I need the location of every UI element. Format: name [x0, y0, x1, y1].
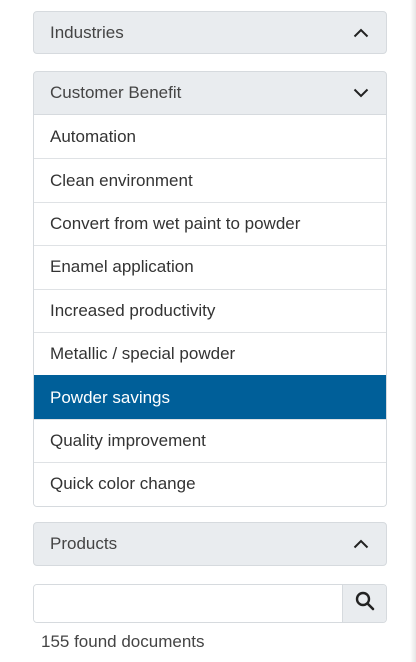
search-input[interactable] [34, 585, 342, 622]
list-item-quality-improvement[interactable]: Quality improvement [34, 418, 386, 463]
list-item-label: Metallic / special powder [50, 344, 236, 364]
list-item-label: Quick color change [50, 474, 196, 494]
customer-benefit-filter-header[interactable]: Customer Benefit [33, 71, 387, 115]
list-item-label: Enamel application [50, 257, 194, 277]
filter-sidebar: Industries Customer Benefit Automation C… [0, 0, 416, 662]
panel-edge-shadow [410, 0, 416, 662]
results-count: 155 found documents [41, 632, 205, 651]
list-item-enamel-application[interactable]: Enamel application [34, 245, 386, 289]
products-filter-label: Products [50, 534, 118, 553]
customer-benefit-list: Automation Clean environment Convert fro… [33, 115, 387, 507]
chevron-down-icon [352, 84, 370, 102]
list-item-label: Quality improvement [50, 430, 206, 450]
list-item-label: Powder savings [50, 387, 171, 407]
document-search [33, 584, 387, 623]
list-item-metallic-special-powder[interactable]: Metallic / special powder [34, 331, 386, 376]
list-item-convert-wet-paint[interactable]: Convert from wet paint to powder [34, 201, 386, 246]
list-item-label: Clean environment [50, 170, 193, 190]
list-item-powder-savings[interactable]: Powder savings [34, 375, 386, 419]
industries-filter-label: Industries [50, 22, 124, 42]
list-item-clean-environment[interactable]: Clean environment [34, 158, 386, 202]
list-item-automation[interactable]: Automation [34, 115, 386, 159]
customer-benefit-filter-label: Customer Benefit [50, 83, 182, 102]
search-icon [355, 591, 375, 616]
list-item-label: Automation [50, 126, 136, 146]
products-filter-header[interactable]: Products [33, 522, 387, 566]
list-item-quick-color-change[interactable]: Quick color change [34, 462, 386, 506]
search-button[interactable] [342, 585, 386, 622]
list-item-increased-productivity[interactable]: Increased productivity [34, 288, 386, 332]
industries-filter-header[interactable]: Industries [33, 11, 387, 54]
list-item-label: Increased productivity [50, 300, 216, 320]
list-item-label: Convert from wet paint to powder [50, 213, 301, 233]
chevron-up-icon [352, 24, 370, 42]
chevron-up-icon [352, 535, 370, 553]
